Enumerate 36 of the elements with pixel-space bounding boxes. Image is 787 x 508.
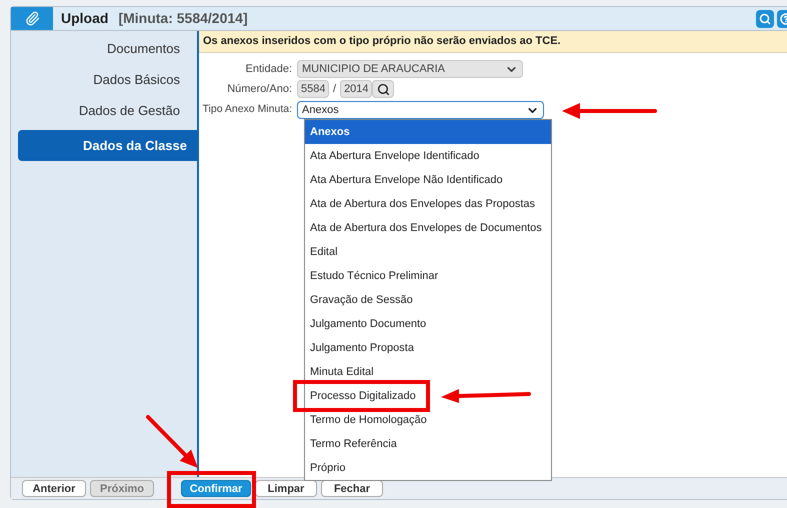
dropdown-option[interactable]: Edital	[305, 240, 551, 264]
sidebar-tab[interactable]: Dados Básicos	[18, 68, 197, 92]
window-subtitle: [Minuta: 5584/2014]	[118, 9, 248, 28]
dropdown-option[interactable]: Ata de Abertura dos Envelopes de Documentos	[305, 216, 551, 240]
dropdown-option[interactable]: Anexos	[305, 120, 551, 144]
dropdown-option[interactable]: Ata Abertura Envelope Não Identificado	[305, 168, 551, 192]
field-label: Tipo Anexo Minuta:	[202, 102, 293, 118]
search-button[interactable]	[372, 80, 394, 98]
action-button[interactable]: Limpar	[255, 480, 317, 497]
separator-text: /	[333, 82, 336, 97]
dropdown-option[interactable]: Estudo Técnico Preliminar	[305, 264, 551, 288]
sidebar-tab[interactable]: Dados da Classe	[18, 130, 197, 161]
sidebar-tab[interactable]: Documentos	[18, 37, 197, 61]
dropdown-option[interactable]: Julgamento Documento	[305, 312, 551, 336]
search-icon	[376, 82, 390, 96]
dropdown-option[interactable]: Termo Referência	[305, 432, 551, 456]
dropdown-option[interactable]: Gravação de Sessão	[305, 288, 551, 312]
dropdown-option[interactable]: Processo Digitalizado	[305, 384, 551, 408]
number-field[interactable]: 5584	[297, 80, 329, 98]
nav-button[interactable]: Anterior	[22, 480, 86, 497]
dropdown-option[interactable]: Ata Abertura Envelope Identificado	[305, 144, 551, 168]
attachment-type-select[interactable]: Anexos	[297, 101, 544, 119]
entity-select[interactable]: MUNICIPIO DE ARAUCARIA	[297, 60, 523, 78]
action-button[interactable]: Fechar	[321, 480, 383, 497]
dropdown-option[interactable]: Julgamento Proposta	[305, 336, 551, 360]
notice-banner: Os anexos inseridos com o tipo próprio não serão enviados ao TCE.	[199, 31, 787, 53]
field-label: Número/Ano:	[226, 82, 293, 97]
sidebar-tab[interactable]: Dados de Gestão	[18, 99, 197, 123]
dropdown-option[interactable]: Minuta Edital	[305, 360, 551, 384]
window-title: Upload	[61, 9, 108, 28]
dropdown-option[interactable]: Termo de Homologação	[305, 408, 551, 432]
dropdown-option[interactable]: Próprio	[305, 456, 551, 480]
field-label: Entidade:	[244, 62, 293, 77]
pointer-arrow	[146, 415, 198, 468]
dropdown-option[interactable]: Ata de Abertura dos Envelopes das Propostas	[305, 192, 551, 216]
year-field[interactable]: 2014	[340, 80, 372, 98]
